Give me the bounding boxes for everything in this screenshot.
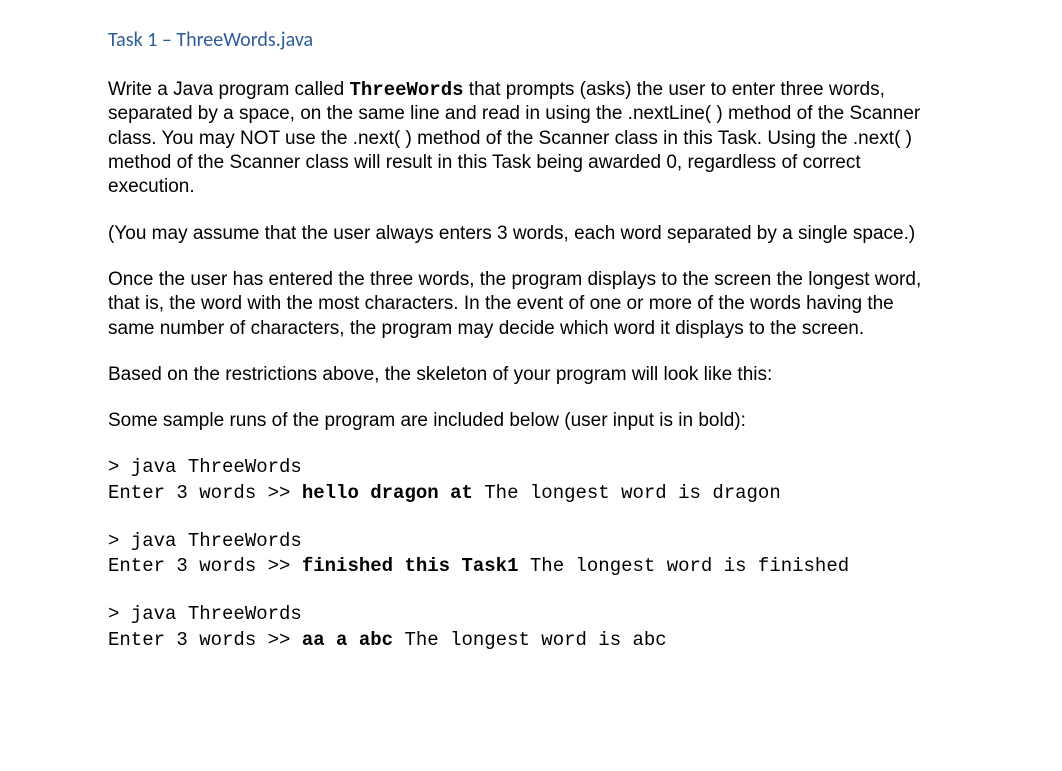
sample-user-input: aa a abc [302, 629, 393, 651]
paragraph-assumption: (You may assume that the user always ent… [108, 222, 942, 246]
program-name-code: ThreeWords [349, 79, 463, 101]
paragraph-samples-intro: Some sample runs of the program are incl… [108, 409, 942, 433]
sample-user-input: hello dragon at [302, 482, 473, 504]
paragraph-intro: Write a Java program called ThreeWords t… [108, 78, 942, 200]
sample-run-1: > java ThreeWords Enter 3 words >> hello… [108, 455, 942, 506]
sample-run-2: > java ThreeWords Enter 3 words >> finis… [108, 529, 942, 580]
para1-text-a: Write a Java program called [108, 79, 349, 100]
paragraph-skeleton: Based on the restrictions above, the ske… [108, 363, 942, 387]
sample-cmd: > java ThreeWords [108, 456, 302, 478]
task-heading: Task 1 – ThreeWords.java [108, 28, 942, 52]
sample-cmd: > java ThreeWords [108, 530, 302, 552]
sample-run-3: > java ThreeWords Enter 3 words >> aa a … [108, 602, 942, 653]
sample-prompt: Enter 3 words >> [108, 555, 302, 577]
sample-output: The longest word is abc [393, 629, 667, 651]
sample-prompt: Enter 3 words >> [108, 629, 302, 651]
sample-output: The longest word is finished [518, 555, 849, 577]
sample-prompt: Enter 3 words >> [108, 482, 302, 504]
sample-user-input: finished this Task1 [302, 555, 519, 577]
sample-output: The longest word is dragon [473, 482, 781, 504]
sample-cmd: > java ThreeWords [108, 603, 302, 625]
paragraph-behavior: Once the user has entered the three word… [108, 268, 942, 341]
